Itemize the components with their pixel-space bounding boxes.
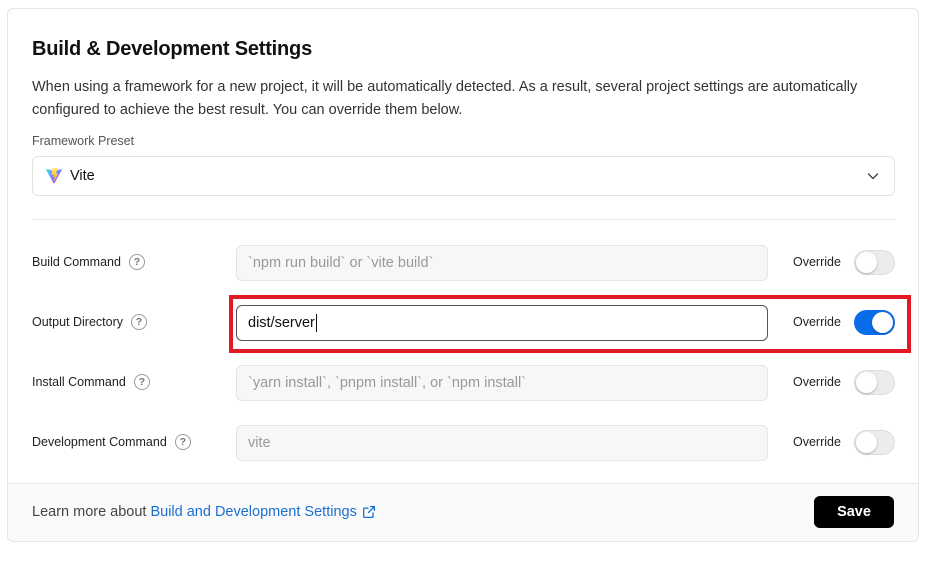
development-command-label: Development Command <box>32 435 167 449</box>
framework-preset-label: Framework Preset <box>32 134 135 148</box>
toggle-knob <box>856 252 877 273</box>
build-settings-card: Build & Development Settings When using … <box>7 8 919 542</box>
framework-preset-select[interactable]: Vite <box>32 156 895 196</box>
page-title: Build & Development Settings <box>32 38 312 60</box>
development-command-placeholder: vite <box>248 435 271 451</box>
learn-more-text: Learn more about <box>32 504 147 520</box>
build-command-override-toggle[interactable] <box>854 250 895 275</box>
toggle-knob <box>872 312 893 333</box>
section-divider <box>32 219 895 220</box>
build-command-placeholder: `npm run build` or `vite build` <box>248 255 434 271</box>
vite-logo-icon <box>46 167 62 184</box>
install-command-override-toggle[interactable] <box>854 370 895 395</box>
help-icon[interactable]: ? <box>133 374 150 390</box>
settings-description: When using a framework for a new project… <box>32 79 858 118</box>
install-command-placeholder: `yarn install`, `pnpm install`, or `npm … <box>248 375 526 391</box>
install-command-row: Install Command ? `yarn install`, `pnpm … <box>32 365 895 401</box>
development-command-input[interactable]: vite <box>236 425 768 461</box>
toggle-knob <box>856 372 877 393</box>
output-directory-value: dist/server <box>248 315 315 331</box>
build-command-row: Build Command ? `npm run build` or `vite… <box>32 245 895 281</box>
development-command-override-toggle[interactable] <box>854 430 895 455</box>
framework-preset-value: Vite <box>70 168 95 184</box>
development-command-override-label: Override <box>793 435 841 449</box>
external-link-icon[interactable] <box>362 505 376 519</box>
install-command-override-label: Override <box>793 375 841 389</box>
help-icon[interactable]: ? <box>174 434 191 450</box>
build-settings-docs-link[interactable]: Build and Development Settings <box>150 504 356 520</box>
help-icon[interactable]: ? <box>131 314 148 330</box>
install-command-label: Install Command <box>32 375 126 389</box>
output-directory-override-toggle[interactable] <box>854 310 895 335</box>
help-icon[interactable]: ? <box>128 254 145 270</box>
save-button[interactable]: Save <box>814 496 894 528</box>
output-directory-row: Output Directory ? dist/server Override <box>32 305 895 341</box>
card-footer: Learn more about Build and Development S… <box>8 483 918 541</box>
build-command-input[interactable]: `npm run build` or `vite build` <box>236 245 768 281</box>
toggle-knob <box>856 432 877 453</box>
build-command-override-label: Override <box>793 255 841 269</box>
output-directory-input[interactable]: dist/server <box>236 305 768 341</box>
output-directory-override-label: Override <box>793 315 841 329</box>
output-directory-label: Output Directory <box>32 315 124 329</box>
development-command-row: Development Command ? vite Override <box>32 425 895 461</box>
chevron-down-icon <box>867 173 879 180</box>
text-caret <box>315 314 317 332</box>
install-command-input[interactable]: `yarn install`, `pnpm install`, or `npm … <box>236 365 768 401</box>
build-command-label: Build Command <box>32 255 121 269</box>
